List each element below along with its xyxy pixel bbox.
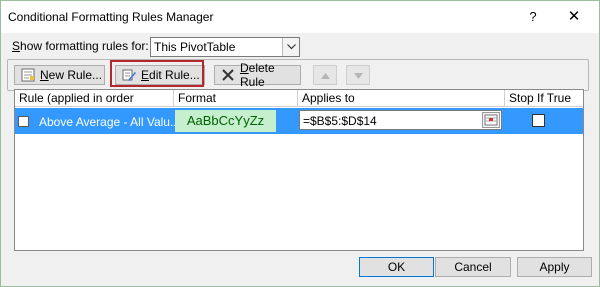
rule-type-icon	[18, 116, 29, 127]
new-rule-button[interactable]: New Rule...	[14, 65, 105, 85]
new-rule-accel: N	[40, 68, 49, 82]
apply-button[interactable]: Apply	[517, 257, 592, 277]
close-icon[interactable]: ✕	[561, 7, 587, 27]
rules-table: Rule (applied in order shown) Format App…	[14, 89, 584, 251]
applies-to-value: =$B$5:$D$14	[303, 114, 377, 128]
show-rules-label: Show formatting rules for:	[12, 39, 149, 53]
move-down-icon	[353, 68, 363, 82]
help-icon[interactable]: ?	[521, 7, 545, 27]
show-rules-selected-value: This PivotTable	[154, 40, 236, 54]
range-select-icon[interactable]	[482, 112, 500, 128]
title-bar: Conditional Formatting Rules Manager ? ✕	[1, 1, 599, 33]
dropdown-arrow-icon[interactable]	[282, 38, 299, 56]
column-header-applies-to[interactable]: Applies to	[298, 90, 505, 107]
show-rules-label-accel: S	[12, 39, 21, 53]
ok-button[interactable]: OK	[359, 257, 434, 277]
move-up-icon	[320, 68, 330, 82]
rule-name: Above Average - All Valu...	[39, 115, 180, 129]
stop-if-true-checkbox[interactable]	[532, 114, 545, 127]
table-row[interactable]: Above Average - All Valu... AaBbCcYyZz =…	[15, 108, 583, 134]
cancel-button[interactable]: Cancel	[435, 257, 511, 277]
rules-toolbar: New Rule... Edit Rule... Delete Rule	[7, 59, 589, 91]
new-rule-label: ew Rule...	[48, 68, 103, 82]
column-header-format[interactable]: Format	[174, 90, 298, 107]
delete-rule-button[interactable]: Delete Rule	[214, 61, 301, 89]
applies-to-input[interactable]: =$B$5:$D$14	[299, 110, 502, 130]
delete-rule-accel: D	[240, 61, 249, 75]
new-rule-icon	[21, 68, 35, 82]
delete-rule-icon	[221, 68, 235, 82]
conditional-formatting-dialog: Conditional Formatting Rules Manager ? ✕…	[0, 0, 600, 287]
show-rules-select[interactable]: This PivotTable	[150, 37, 300, 57]
move-up-button[interactable]	[313, 65, 337, 85]
column-header-rule[interactable]: Rule (applied in order shown)	[15, 90, 174, 122]
edit-rule-highlight	[110, 60, 204, 87]
format-preview: AaBbCcYyZz	[175, 110, 276, 132]
show-rules-label-text: how formatting rules for:	[20, 39, 149, 53]
window-title: Conditional Formatting Rules Manager	[8, 10, 214, 24]
column-header-stop-if-true[interactable]: Stop If True	[505, 90, 583, 107]
move-down-button[interactable]	[346, 65, 370, 85]
